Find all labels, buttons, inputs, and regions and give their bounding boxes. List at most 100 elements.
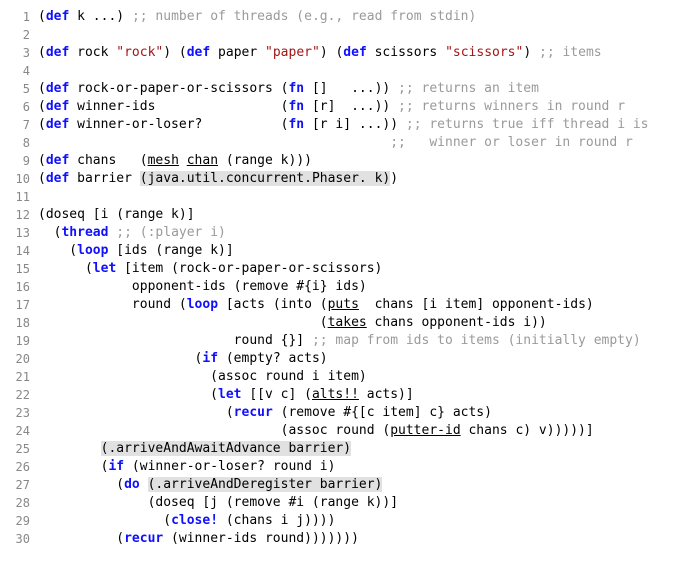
token: ( [38,387,218,402]
token: chans [i item] opponent-ids) [359,297,594,312]
token-ul: putter-id [390,423,460,438]
token: ( [38,99,46,114]
token: [r] ...)) [304,99,398,114]
line-number: 4 [10,62,38,80]
token: (assoc round ( [38,423,390,438]
token: ( [38,405,234,420]
line-number: 13 [10,224,38,242]
line-number: 14 [10,242,38,260]
token-ul: takes [328,315,367,330]
token: (assoc round i item) [38,369,367,384]
line-number: 30 [10,530,38,548]
code-line: (def barrier (java.util.concurrent.Phase… [38,170,675,188]
line-number: 8 [10,134,38,152]
code-line: (if (winner-or-loser? round i) [38,458,675,476]
token: [ids (range k)] [108,243,233,258]
code-line: (def rock "rock") (def paper "paper") (d… [38,44,675,62]
token-cm: ;; map from ids to items (initially empt… [312,333,641,348]
line-number: 15 [10,260,38,278]
token: ( [38,45,46,60]
token-kw: if [108,459,124,474]
token: ( [38,459,108,474]
line-number: 10 [10,170,38,188]
token: ( [38,351,202,366]
line-number: 7 [10,116,38,134]
line-number: 1 [10,8,38,26]
token-kw: def [343,45,366,60]
token-kw: loop [77,243,108,258]
token-kw: loop [187,297,218,312]
token: round ( [38,297,187,312]
token: ( [38,531,124,546]
line-number: 23 [10,404,38,422]
code-line: round (loop [acts (into (puts chans [i i… [38,296,675,314]
token: ) [523,45,539,60]
line-number: 17 [10,296,38,314]
token-ul: puts [328,297,359,312]
code-line: (def winner-or-loser? (fn [r i] ...)) ;;… [38,116,675,134]
token: ) [390,171,398,186]
token-kw: do [124,477,140,492]
token-str: "scissors" [445,45,523,60]
code-line [38,26,675,44]
code-line: (do (.arriveAndDeregister barrier) [38,476,675,494]
token-hl: (.arriveAndDeregister barrier) [148,477,383,492]
token: rock [69,45,116,60]
line-number: 28 [10,494,38,512]
token [38,441,101,456]
token-str: "paper" [265,45,320,60]
token: ( [38,261,93,276]
token [140,477,148,492]
line-number: 5 [10,80,38,98]
token: [item (rock-or-paper-or-scissors) [116,261,382,276]
token-ul: mesh [148,153,179,168]
token-kw: fn [288,81,304,96]
line-number: 11 [10,188,38,206]
line-number: 9 [10,152,38,170]
token: chans c) v)))))] [461,423,594,438]
token: paper [210,45,265,60]
token: barrier [69,171,139,186]
token-kw: let [218,387,241,402]
token: winner-or-loser? ( [69,117,288,132]
token: ( [38,9,46,24]
code-line: (thread ;; (:player i) [38,224,675,242]
line-number: 26 [10,458,38,476]
line-number: 24 [10,422,38,440]
token: (winner-or-loser? round i) [124,459,335,474]
token: rock-or-paper-or-scissors ( [69,81,288,96]
code-line: (def rock-or-paper-or-scissors (fn [] ..… [38,80,675,98]
code-line: (def chans (mesh chan (range k))) [38,152,675,170]
token-hl: (java.util.concurrent.Phaser. k) [140,171,390,186]
token: opponent-ids (remove #{i} ids) [38,279,367,294]
token: [acts (into ( [218,297,328,312]
code-line: opponent-ids (remove #{i} ids) [38,278,675,296]
code-line: (assoc round i item) [38,368,675,386]
line-number: 2 [10,26,38,44]
token: (chans i j)))) [218,513,335,528]
code-line: (def k ...) ;; number of threads (e.g., … [38,8,675,26]
token: ( [38,81,46,96]
code-line: round {}] ;; map from ids to items (init… [38,332,675,350]
token: (range k))) [218,153,312,168]
token-ul: alts!! [312,387,359,402]
line-number: 27 [10,476,38,494]
token-ul: chan [187,153,218,168]
code-line [38,188,675,206]
token: (remove #{[c item] c} acts) [273,405,492,420]
code-listing: 1(def k ...) ;; number of threads (e.g.,… [10,8,675,548]
code-line: (doseq [i (range k)] [38,206,675,224]
line-number: 6 [10,98,38,116]
token: [] ...)) [304,81,398,96]
line-number: 18 [10,314,38,332]
token: (winner-ids round))))))) [163,531,359,546]
token-kw: def [46,153,69,168]
token-str: "rock" [116,45,163,60]
code-line: (let [[v c] (alts!! acts)] [38,386,675,404]
token-cm: ;; returns true iff thread i is [406,117,649,132]
token-kw: def [46,99,69,114]
line-number: 29 [10,512,38,530]
token-kw: close! [171,513,218,528]
code-line: (recur (remove #{[c item] c} acts) [38,404,675,422]
token [179,153,187,168]
